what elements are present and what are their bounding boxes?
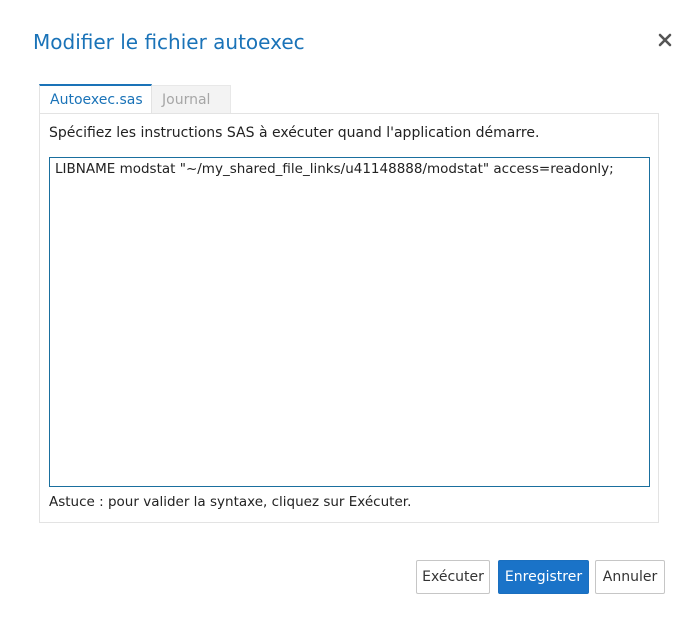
- tab-bar: Autoexec.sas Journal: [39, 84, 231, 114]
- cancel-button[interactable]: Annuler: [595, 560, 665, 594]
- hint-text: Astuce : pour valider la syntaxe, clique…: [49, 494, 412, 510]
- close-icon: [658, 32, 672, 51]
- run-button[interactable]: Exécuter: [416, 560, 490, 594]
- instructions-text: Spécifiez les instructions SAS à exécute…: [49, 125, 540, 141]
- close-button[interactable]: [654, 30, 676, 52]
- tab-panel: Spécifiez les instructions SAS à exécute…: [39, 113, 659, 523]
- code-editor[interactable]: LIBNAME modstat "~/my_shared_file_links/…: [49, 157, 650, 487]
- dialog-title: Modifier le fichier autoexec: [33, 30, 305, 54]
- save-button[interactable]: Enregistrer: [498, 560, 589, 594]
- tab-journal[interactable]: Journal: [152, 85, 231, 114]
- autoexec-dialog: Modifier le fichier autoexec Autoexec.sa…: [0, 0, 699, 619]
- tab-autoexec-sas[interactable]: Autoexec.sas: [39, 84, 152, 113]
